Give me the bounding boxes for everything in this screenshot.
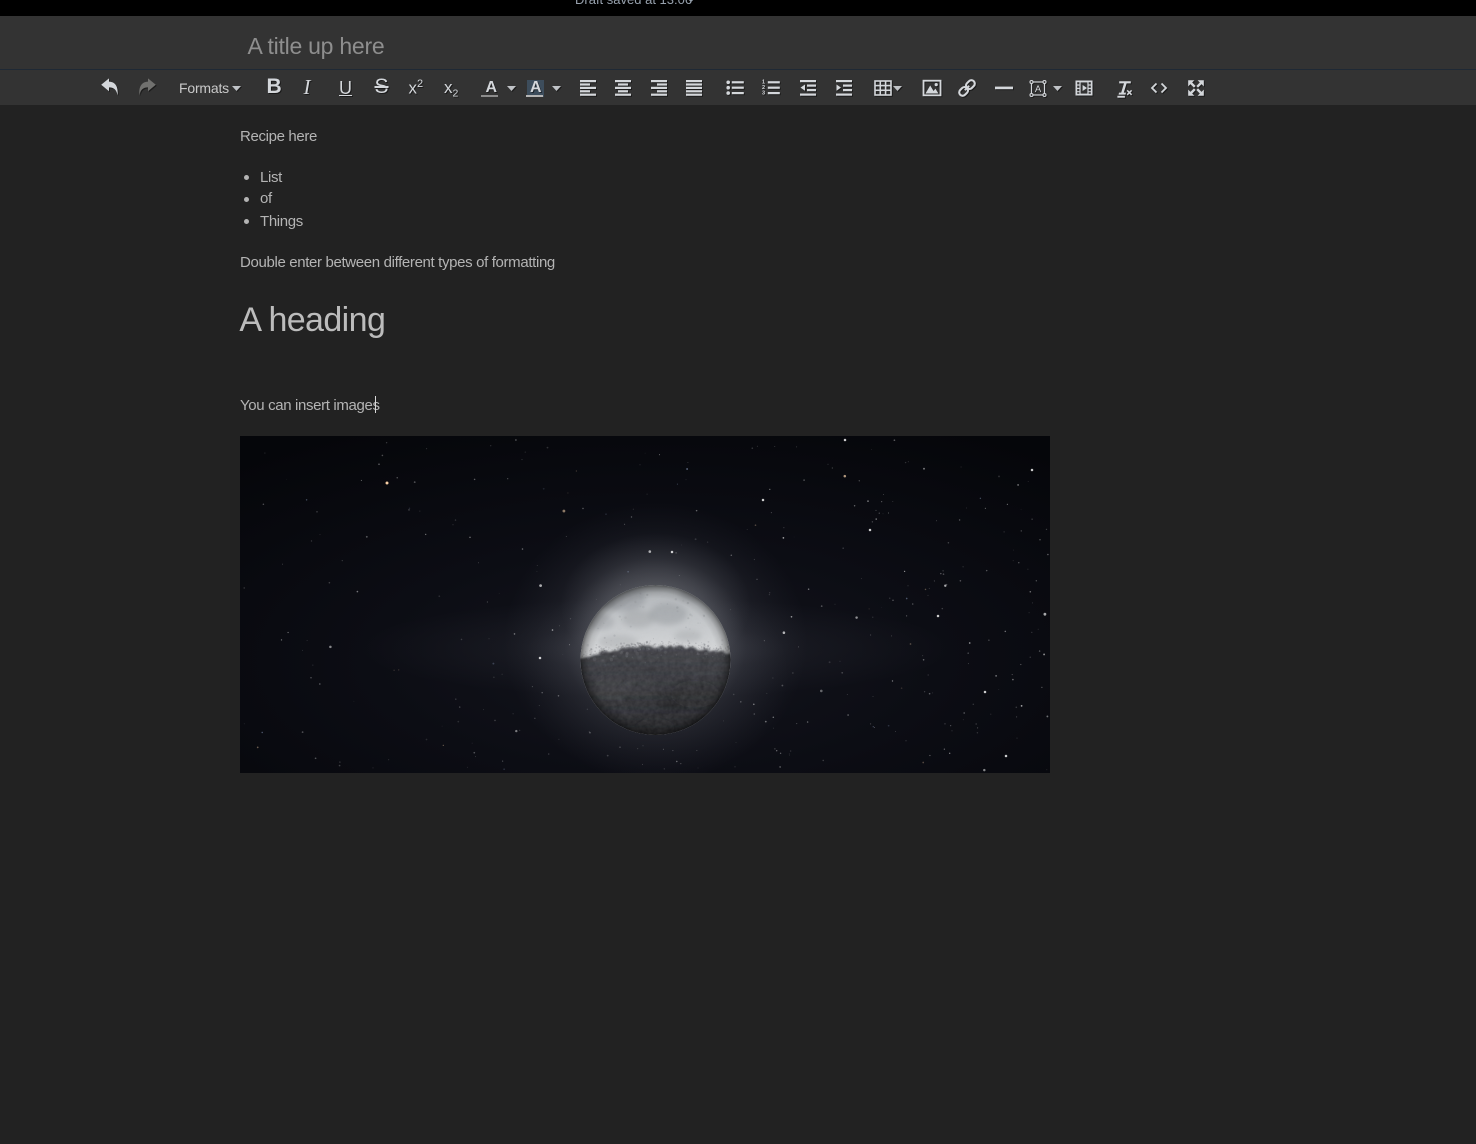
svg-text:A: A [1034,84,1041,95]
svg-text:3: 3 [762,90,765,96]
